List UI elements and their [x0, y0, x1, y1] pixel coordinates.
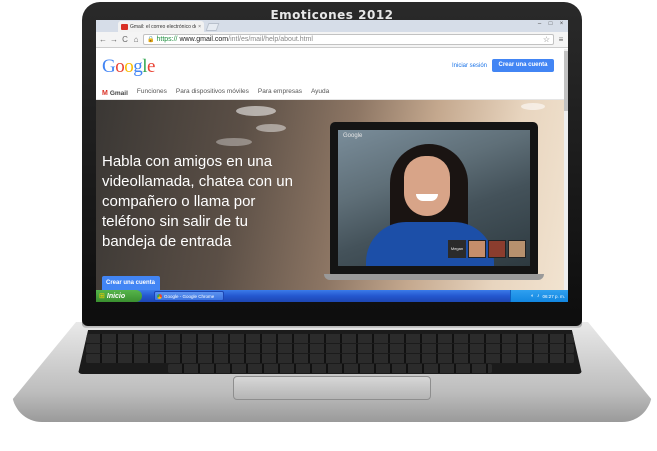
- keyboard-row: [86, 354, 574, 363]
- person-face: [404, 156, 450, 216]
- google-logo[interactable]: Google: [102, 56, 155, 78]
- keyboard-row: [86, 344, 574, 353]
- url-path: /intl/es/mail/help/about.html: [228, 36, 313, 43]
- windows-taskbar: ⊞ Inicio Google - Google Chrome ◐ ♪ 06:2…: [96, 290, 568, 302]
- new-tab-button[interactable]: [205, 23, 220, 31]
- taskbar-item-label: Google - Google Chrome: [164, 293, 215, 299]
- bookmark-star-icon[interactable]: ☆: [543, 35, 550, 44]
- logo-letter: e: [147, 56, 155, 77]
- url-text: www.gmail.com/intl/es/mail/help/about.ht…: [180, 36, 313, 43]
- ceiling-light: [521, 103, 545, 110]
- logo-letter: g: [133, 56, 143, 77]
- gmail-nav: M Gmail Funciones Para dispositivos móvil…: [96, 83, 568, 100]
- gmail-favicon-icon: [121, 23, 128, 30]
- tray-clock: 06:27 p. m.: [542, 293, 565, 299]
- volume-icon[interactable]: ♪: [537, 293, 540, 299]
- mini-google-brand: Google: [343, 133, 363, 139]
- laptop-keyboard: [78, 330, 582, 374]
- maximize-button[interactable]: □: [546, 20, 555, 28]
- mini-laptop-base: [324, 274, 544, 280]
- nav-item-gmail[interactable]: M Gmail: [102, 82, 128, 100]
- browser-toolbar: ← → C ⌂ 🔒 https:// www.gmail.com/intl/es…: [96, 32, 568, 48]
- logo-letter: o: [124, 56, 134, 77]
- logo-letter: o: [115, 56, 125, 77]
- forward-arrow-icon[interactable]: →: [110, 35, 118, 44]
- start-label: Inicio: [106, 292, 126, 300]
- nav-item-funciones[interactable]: Funciones: [137, 88, 167, 95]
- browser-tab-gmail[interactable]: Gmail: el correo electrónico de Google ×: [118, 21, 204, 32]
- keyboard-spacebar-row: [168, 364, 492, 373]
- laptop-image: Emoticones 2012 Gmail: el correo electró…: [0, 0, 657, 451]
- lock-icon: 🔒: [147, 37, 155, 43]
- start-button[interactable]: ⊞ Inicio: [96, 290, 142, 302]
- signin-link[interactable]: Iniciar sesión: [452, 63, 487, 69]
- nav-item-empresas[interactable]: Para empresas: [258, 88, 302, 95]
- network-icon[interactable]: ◐: [531, 293, 534, 299]
- participant-thumbnail: [468, 240, 486, 258]
- nav-item-ayuda[interactable]: Ayuda: [311, 88, 329, 95]
- participant-name-thumb: Megan: [448, 240, 466, 258]
- keyboard-row: [86, 334, 574, 343]
- close-window-button[interactable]: ×: [557, 20, 566, 28]
- back-arrow-icon[interactable]: ←: [99, 35, 107, 44]
- reload-icon[interactable]: C: [121, 35, 129, 44]
- gmail-m-icon: M: [102, 90, 108, 97]
- menu-icon[interactable]: ≡: [557, 35, 565, 44]
- person-smile: [416, 194, 438, 201]
- url-host: www.gmail.com: [179, 36, 229, 43]
- nav-item-moviles[interactable]: Para dispositivos móviles: [176, 88, 249, 95]
- hero-create-account-button[interactable]: Crear una cuenta: [102, 276, 160, 290]
- laptop-touchpad: [233, 376, 431, 400]
- system-tray: ◐ ♪ 06:27 p. m.: [510, 290, 568, 302]
- video-call-laptop-image: Google Megan: [324, 122, 544, 280]
- hero-banner: Habla con amigos en una videollamada, ch…: [96, 100, 568, 290]
- minimize-button[interactable]: –: [535, 20, 544, 28]
- chrome-icon: [157, 293, 162, 299]
- url-protocol: https://: [156, 36, 178, 43]
- ceiling-light: [236, 106, 276, 116]
- laptop-screen: Gmail: el correo electrónico de Google ×…: [96, 20, 568, 302]
- participant-thumbnail: [488, 240, 506, 258]
- windows-flag-icon: ⊞: [99, 293, 105, 300]
- page-header: Google Iniciar sesión Crear una cuenta: [96, 49, 568, 83]
- hero-headline: Habla con amigos en una videollamada, ch…: [102, 153, 293, 250]
- window-controls: – □ ×: [535, 20, 566, 28]
- participant-thumbnails: Megan: [448, 240, 526, 258]
- address-bar[interactable]: 🔒 https:// www.gmail.com/intl/es/mail/he…: [143, 34, 554, 45]
- create-account-button[interactable]: Crear una cuenta: [492, 59, 554, 72]
- tab-close-icon[interactable]: ×: [198, 24, 201, 30]
- participant-thumbnail: [508, 240, 526, 258]
- home-icon[interactable]: ⌂: [132, 35, 140, 44]
- tab-title: Gmail: el correo electrónico de Google: [130, 23, 196, 30]
- ceiling-light: [256, 124, 286, 132]
- video-call-screen: Google Megan: [338, 130, 530, 266]
- logo-letter: G: [102, 56, 116, 77]
- ceiling-light: [216, 138, 252, 146]
- browser-tab-strip: Gmail: el correo electrónico de Google ×…: [96, 20, 568, 32]
- nav-gmail-label: Gmail: [109, 90, 128, 97]
- scrollbar-thumb[interactable]: [564, 51, 568, 111]
- taskbar-item-chrome[interactable]: Google - Google Chrome: [154, 291, 224, 301]
- page-scrollbar[interactable]: [564, 49, 568, 290]
